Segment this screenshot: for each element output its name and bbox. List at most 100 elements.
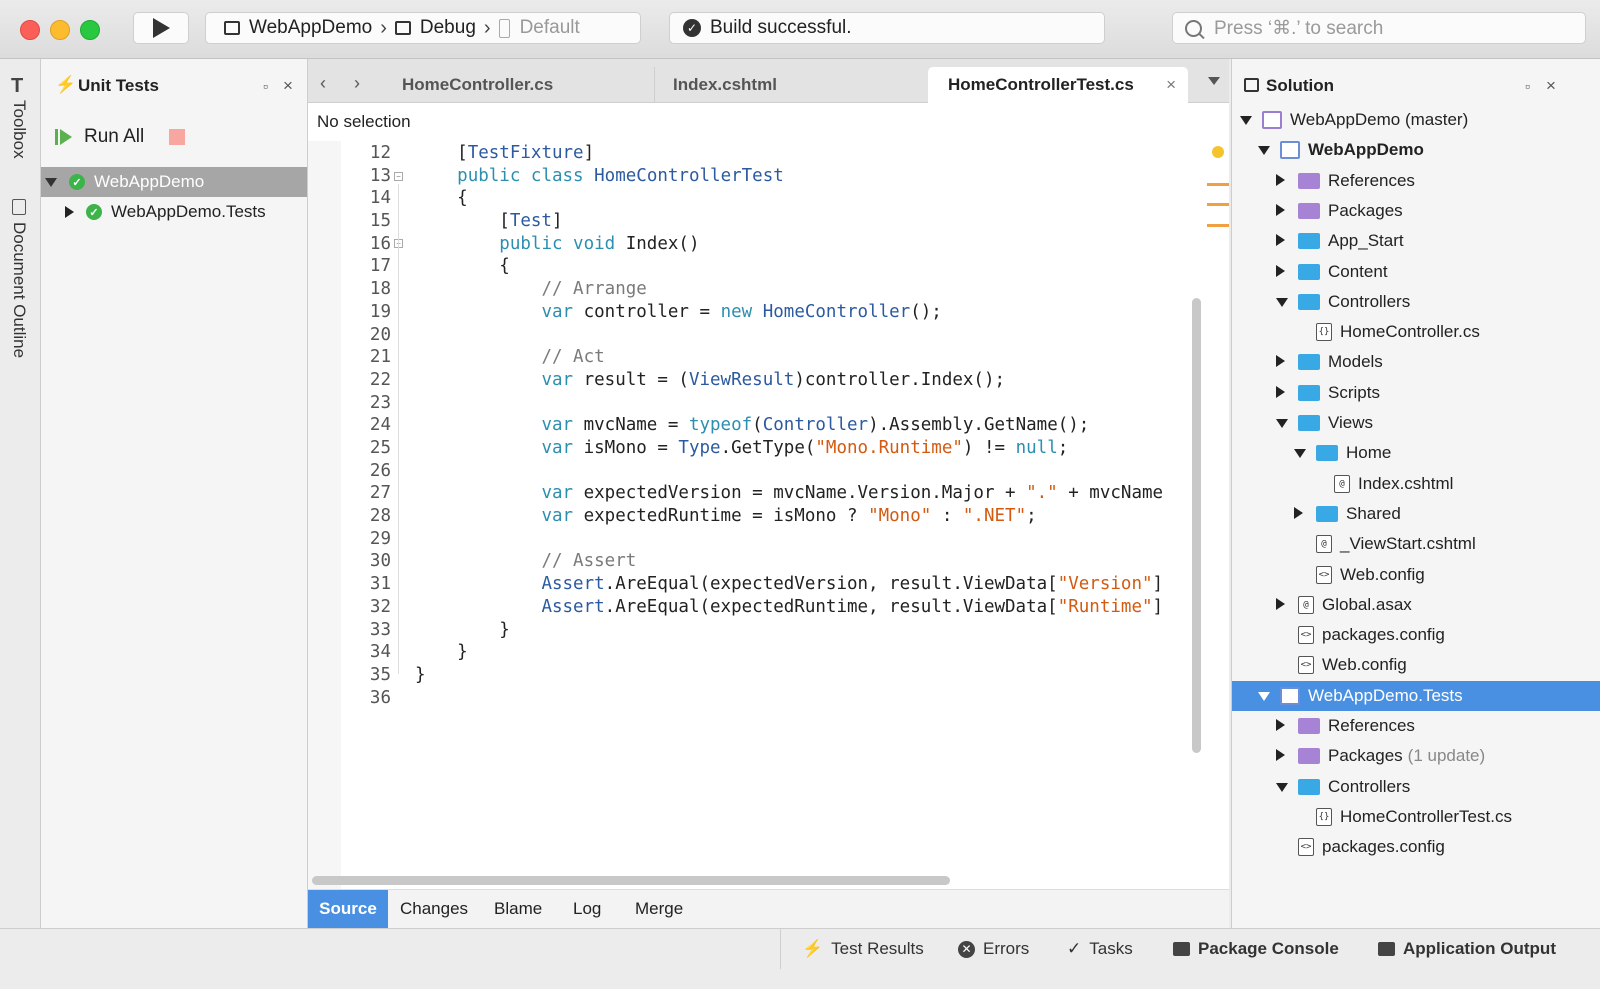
run-button[interactable] bbox=[133, 12, 189, 44]
disclosure-closed-icon[interactable] bbox=[1276, 264, 1285, 277]
solution-tree-item[interactable]: @ Global.asax bbox=[1232, 590, 1600, 620]
test-tree-item[interactable]: ✓ WebAppDemo bbox=[41, 167, 307, 197]
tab-source[interactable]: Source bbox=[308, 890, 388, 928]
breadcrumb[interactable]: No selection bbox=[317, 112, 411, 132]
tab-homecontroller[interactable]: HomeController.cs bbox=[384, 67, 654, 102]
code-line: // Arrange bbox=[541, 279, 647, 299]
solution-tree-item[interactable]: @ _ViewStart.cshtml bbox=[1232, 529, 1600, 559]
solution-tree-label: Web.config bbox=[1340, 564, 1425, 584]
line-number: 22 bbox=[369, 370, 391, 390]
zoom-window-button[interactable] bbox=[80, 20, 100, 40]
pad-dock-icon[interactable]: ▫ bbox=[1525, 78, 1530, 94]
disclosure-closed-icon[interactable] bbox=[1276, 749, 1285, 762]
project-icon bbox=[1280, 686, 1300, 705]
solution-tree-item[interactable]: References bbox=[1232, 166, 1600, 196]
disclosure-closed-icon[interactable] bbox=[1294, 506, 1303, 519]
code-line: Assert.AreEqual(expectedRuntime, result.… bbox=[541, 597, 1164, 617]
tasks-button[interactable]: ✓ Tasks bbox=[1067, 929, 1133, 969]
csharp-file-icon: {} bbox=[1316, 807, 1332, 826]
pad-close-icon[interactable]: × bbox=[283, 76, 293, 96]
disclosure-closed-icon[interactable] bbox=[65, 206, 74, 218]
solution-tree-item[interactable]: Controllers bbox=[1232, 287, 1600, 317]
solution-tree-item[interactable]: App_Start bbox=[1232, 226, 1600, 256]
special-folder-icon bbox=[1298, 172, 1320, 189]
tab-log[interactable]: Log bbox=[573, 890, 601, 928]
toolbox-tab[interactable]: Toolbox bbox=[9, 100, 29, 159]
disclosure-closed-icon[interactable] bbox=[1276, 385, 1285, 398]
disclosure-open-icon[interactable] bbox=[1276, 782, 1288, 792]
disclosure-closed-icon[interactable] bbox=[1276, 173, 1285, 186]
errors-button[interactable]: ✕ Errors bbox=[958, 929, 1029, 969]
disclosure-closed-icon[interactable] bbox=[1276, 355, 1285, 368]
disclosure-open-icon[interactable] bbox=[45, 177, 57, 187]
solution-tree-item[interactable]: Shared bbox=[1232, 499, 1600, 529]
disclosure-open-icon[interactable] bbox=[1240, 116, 1252, 125]
vertical-scrollbar[interactable] bbox=[1192, 298, 1201, 753]
solution-tree-item[interactable]: Views bbox=[1232, 408, 1600, 438]
solution-tree-item[interactable]: References bbox=[1232, 711, 1600, 741]
tab-blame[interactable]: Blame bbox=[494, 890, 542, 928]
pad-dock-icon[interactable]: ▫ bbox=[263, 78, 268, 94]
pad-close-icon[interactable]: × bbox=[1546, 76, 1556, 96]
target-label[interactable]: Default bbox=[520, 17, 580, 39]
search-input[interactable]: Press ‘⌘.’ to search bbox=[1172, 12, 1586, 44]
disclosure-open-icon[interactable] bbox=[1294, 449, 1306, 459]
package-console-button[interactable]: Package Console bbox=[1173, 929, 1339, 969]
solution-tree-item[interactable]: WebAppDemo (master) bbox=[1232, 105, 1600, 135]
solution-tree-item[interactable]: <> packages.config bbox=[1232, 620, 1600, 650]
disclosure-open-icon[interactable] bbox=[1258, 691, 1270, 701]
solution-tree-item[interactable]: Content bbox=[1232, 257, 1600, 287]
tab-merge[interactable]: Merge bbox=[635, 890, 683, 928]
test-results-button[interactable]: ⚡ Test Results bbox=[802, 929, 924, 969]
warning-marker-icon[interactable] bbox=[1212, 146, 1224, 158]
folder-icon bbox=[1298, 384, 1320, 401]
tab-close-icon[interactable]: × bbox=[1166, 75, 1176, 95]
disclosure-closed-icon[interactable] bbox=[1276, 719, 1285, 731]
minimize-window-button[interactable] bbox=[50, 20, 70, 40]
solution-tree-item[interactable]: WebAppDemo bbox=[1232, 135, 1600, 165]
code-line: public class HomeControllerTest bbox=[457, 166, 784, 186]
project-label[interactable]: WebAppDemo bbox=[249, 17, 372, 39]
test-tree-item[interactable]: ✓ WebAppDemo.Tests bbox=[41, 197, 307, 227]
horizontal-scrollbar[interactable] bbox=[312, 876, 950, 885]
disclosure-closed-icon[interactable] bbox=[1276, 597, 1285, 610]
tab-homecontrollertest[interactable]: HomeControllerTest.cs × bbox=[928, 67, 1188, 103]
solution-tree-item[interactable]: WebAppDemo.Tests bbox=[1232, 680, 1600, 711]
solution-tree-item[interactable]: Models bbox=[1232, 347, 1600, 377]
stop-button[interactable] bbox=[169, 129, 185, 145]
nav-back-icon[interactable]: ‹ bbox=[320, 73, 326, 94]
tab-index[interactable]: Index.cshtml bbox=[654, 67, 924, 102]
build-config-selector[interactable]: WebAppDemo › Debug › Default bbox=[205, 12, 641, 44]
solution-tree-item[interactable]: <> packages.config bbox=[1232, 832, 1600, 862]
solution-tree-item[interactable]: <> Web.config bbox=[1232, 560, 1600, 590]
disclosure-open-icon[interactable] bbox=[1258, 146, 1270, 156]
solution-tree-item[interactable]: @ Index.cshtml bbox=[1232, 469, 1600, 499]
document-outline-tab[interactable]: Document Outline bbox=[9, 222, 29, 358]
solution-tree-item[interactable]: <> Web.config bbox=[1232, 650, 1600, 680]
solution-tree-item[interactable]: Packages (1 update) bbox=[1232, 741, 1600, 771]
solution-tree-label: References bbox=[1328, 170, 1415, 190]
disclosure-open-icon[interactable] bbox=[1276, 297, 1288, 307]
run-all-button[interactable]: Run All bbox=[55, 126, 144, 148]
solution-tree-item[interactable]: {} HomeController.cs bbox=[1232, 317, 1600, 347]
disclosure-open-icon[interactable] bbox=[1276, 419, 1288, 428]
application-output-button[interactable]: Application Output bbox=[1378, 929, 1556, 969]
fold-toggle-icon[interactable]: − bbox=[394, 172, 403, 181]
solution-tree-item[interactable]: Controllers bbox=[1232, 772, 1600, 802]
solution-tree-item[interactable]: Home bbox=[1232, 438, 1600, 468]
solution-tree-item[interactable]: {} HomeControllerTest.cs bbox=[1232, 802, 1600, 832]
solution-title: Solution bbox=[1266, 76, 1334, 95]
config-label[interactable]: Debug bbox=[420, 17, 476, 39]
csharp-file-icon: {} bbox=[1316, 323, 1332, 342]
disclosure-closed-icon[interactable] bbox=[1276, 234, 1285, 247]
tab-changes[interactable]: Changes bbox=[400, 890, 468, 928]
solution-tree-item[interactable]: Packages bbox=[1232, 196, 1600, 226]
chevron-right-icon: › bbox=[483, 16, 491, 39]
solution-tree-item[interactable]: Scripts bbox=[1232, 378, 1600, 408]
tab-label: Index.cshtml bbox=[673, 74, 777, 94]
tab-overflow-icon[interactable] bbox=[1208, 77, 1220, 85]
console-icon bbox=[1173, 942, 1190, 956]
close-window-button[interactable] bbox=[20, 20, 40, 40]
disclosure-closed-icon[interactable] bbox=[1276, 203, 1285, 216]
nav-forward-icon[interactable]: › bbox=[354, 73, 360, 94]
